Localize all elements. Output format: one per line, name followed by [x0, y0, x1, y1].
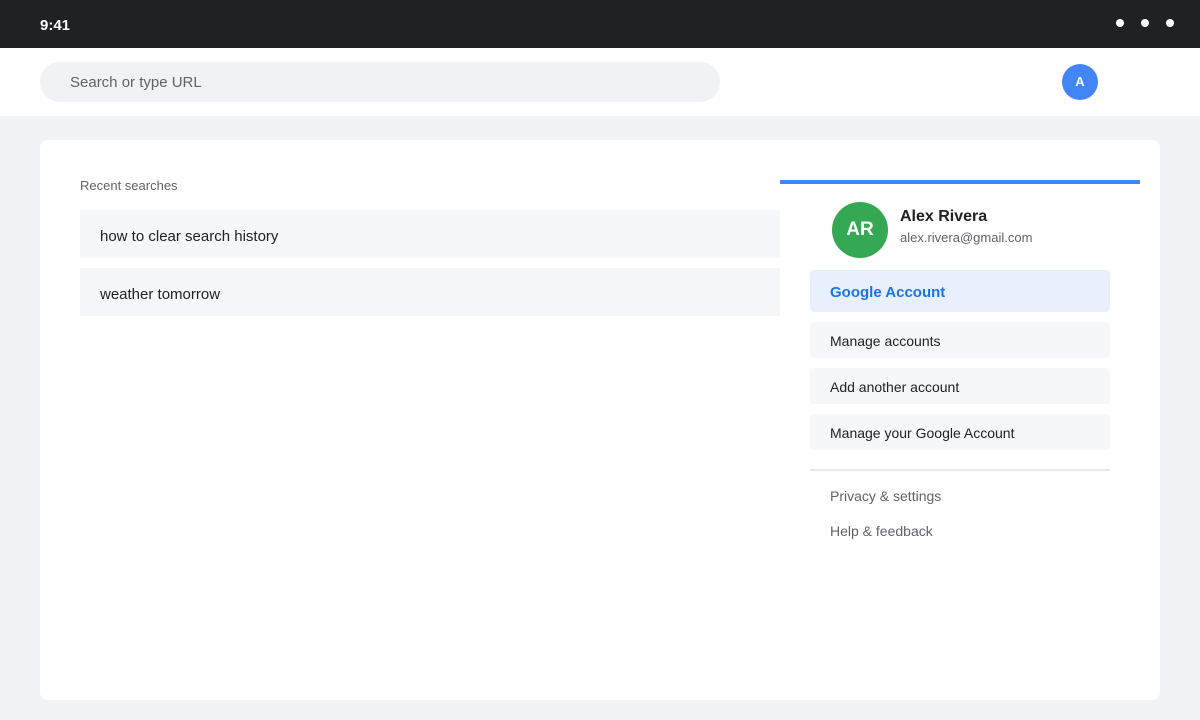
- manage-accounts-button[interactable]: Manage accounts: [810, 322, 1110, 358]
- panel-divider: [810, 469, 1110, 471]
- main-card: Recent searches how to clear search hist…: [40, 140, 1160, 700]
- recent-searches-heading: Recent searches: [80, 178, 178, 193]
- dot-icon: [1166, 19, 1174, 27]
- manage-google-account-button[interactable]: Manage your Google Account: [810, 414, 1110, 450]
- search-input[interactable]: [40, 62, 720, 102]
- google-account-button[interactable]: Google Account: [810, 270, 1110, 312]
- account-email: alex.rivera@gmail.com: [900, 230, 1033, 245]
- account-avatar: AR: [832, 202, 888, 258]
- recent-search-item[interactable]: how to clear search history: [80, 210, 780, 258]
- dot-icon: [1141, 19, 1149, 27]
- account-name: Alex Rivera: [900, 208, 988, 225]
- status-time: 9:41: [40, 17, 71, 34]
- add-account-button[interactable]: Add another account: [810, 368, 1110, 404]
- dot-icon: [1116, 19, 1124, 27]
- profile-avatar-button[interactable]: A: [1062, 64, 1098, 100]
- privacy-settings-link[interactable]: Privacy & settings: [830, 487, 941, 505]
- status-bar: 9:41: [0, 0, 1200, 48]
- recent-search-item[interactable]: weather tomorrow: [80, 268, 780, 316]
- help-feedback-link[interactable]: Help & feedback: [830, 522, 933, 540]
- browser-toolbar: A: [0, 48, 1200, 116]
- account-menu-panel: AR Alex Rivera alex.rivera@gmail.com Goo…: [780, 180, 1140, 600]
- panel-accent-bar: [780, 180, 1140, 184]
